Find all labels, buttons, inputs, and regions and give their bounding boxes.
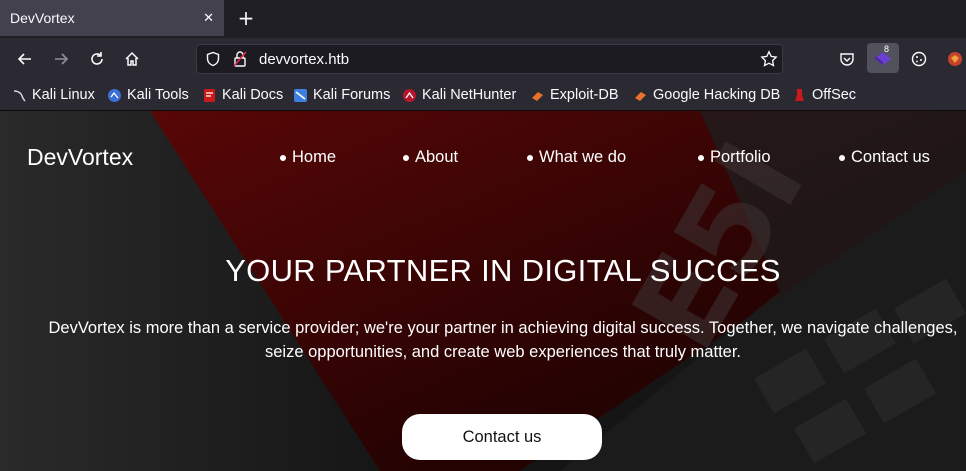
shield-icon[interactable] [205, 51, 221, 71]
lock-icon[interactable] [232, 50, 248, 72]
bookmark-kali-linux[interactable]: Kali Linux [12, 85, 95, 105]
bookmark-offsec[interactable]: OffSec [792, 85, 856, 105]
nav-home[interactable]: Home [280, 148, 336, 167]
extension-badge-count: 8 [884, 44, 890, 54]
exploit-db-icon [532, 91, 543, 101]
bookmark-kali-forums[interactable]: Kali Forums [293, 85, 390, 105]
home-icon[interactable] [118, 45, 146, 73]
kali-docs-icon [204, 88, 215, 102]
cookie-icon[interactable] [905, 45, 933, 73]
back-icon[interactable] [11, 45, 39, 73]
fox-icon[interactable] [941, 45, 966, 73]
nav-contact-us[interactable]: Contact us [839, 148, 930, 167]
url-text[interactable]: devvortex.htb [259, 51, 349, 68]
bookmark-exploit-db[interactable]: Exploit-DB [530, 85, 619, 105]
bullet-icon [839, 154, 845, 161]
hero-title: YOUR PARTNER IN DIGITAL SUCCES [225, 253, 781, 288]
bullet-icon [698, 154, 704, 161]
active-tab[interactable]: DevVortex ✕ [0, 0, 224, 36]
kali-forums-icon [294, 88, 307, 102]
new-tab-button[interactable]: + [232, 4, 260, 32]
tab-title: DevVortex [10, 10, 75, 26]
bookmarks-toolbar: Kali Linux Kali Tools Kali Docs Kali For… [0, 80, 966, 111]
bullet-icon [403, 154, 409, 161]
url-bar[interactable]: devvortex.htb [196, 44, 783, 74]
extension-icon[interactable]: 8 [867, 43, 899, 73]
forward-icon[interactable] [47, 45, 75, 73]
nav-portfolio[interactable]: Portfolio [698, 148, 771, 167]
pocket-icon[interactable] [833, 45, 861, 73]
nav-about[interactable]: About [403, 148, 458, 167]
hero-description: DevVortex is more than a service provide… [48, 319, 958, 361]
offsec-icon [795, 88, 804, 101]
kali-tools-icon [108, 88, 121, 102]
bullet-icon [527, 154, 533, 161]
bullet-icon [280, 154, 286, 161]
bookmark-kali-tools[interactable]: Kali Tools [107, 85, 189, 105]
bookmark-kali-nethunter[interactable]: Kali NetHunter [402, 85, 516, 105]
site-brand[interactable]: DevVortex [27, 144, 133, 171]
navigation-toolbar: devvortex.htb 8 [0, 38, 966, 80]
nav-what-we-do[interactable]: What we do [527, 148, 626, 167]
kali-dragon-icon [13, 89, 26, 102]
contact-us-button[interactable]: Contact us [402, 414, 602, 460]
bookmark-kali-docs[interactable]: Kali Docs [202, 85, 283, 105]
tab-strip: DevVortex ✕ + [0, 0, 966, 38]
nethunter-icon [403, 88, 416, 102]
bookmark-star-icon[interactable] [760, 50, 778, 72]
reload-icon[interactable] [83, 45, 111, 73]
bookmark-google-hacking-db[interactable]: Google Hacking DB [633, 85, 780, 105]
close-tab-icon[interactable]: ✕ [203, 11, 214, 26]
ghdb-icon [635, 91, 646, 101]
web-page: E5I DevVortex Home About What we do Port… [0, 111, 966, 471]
